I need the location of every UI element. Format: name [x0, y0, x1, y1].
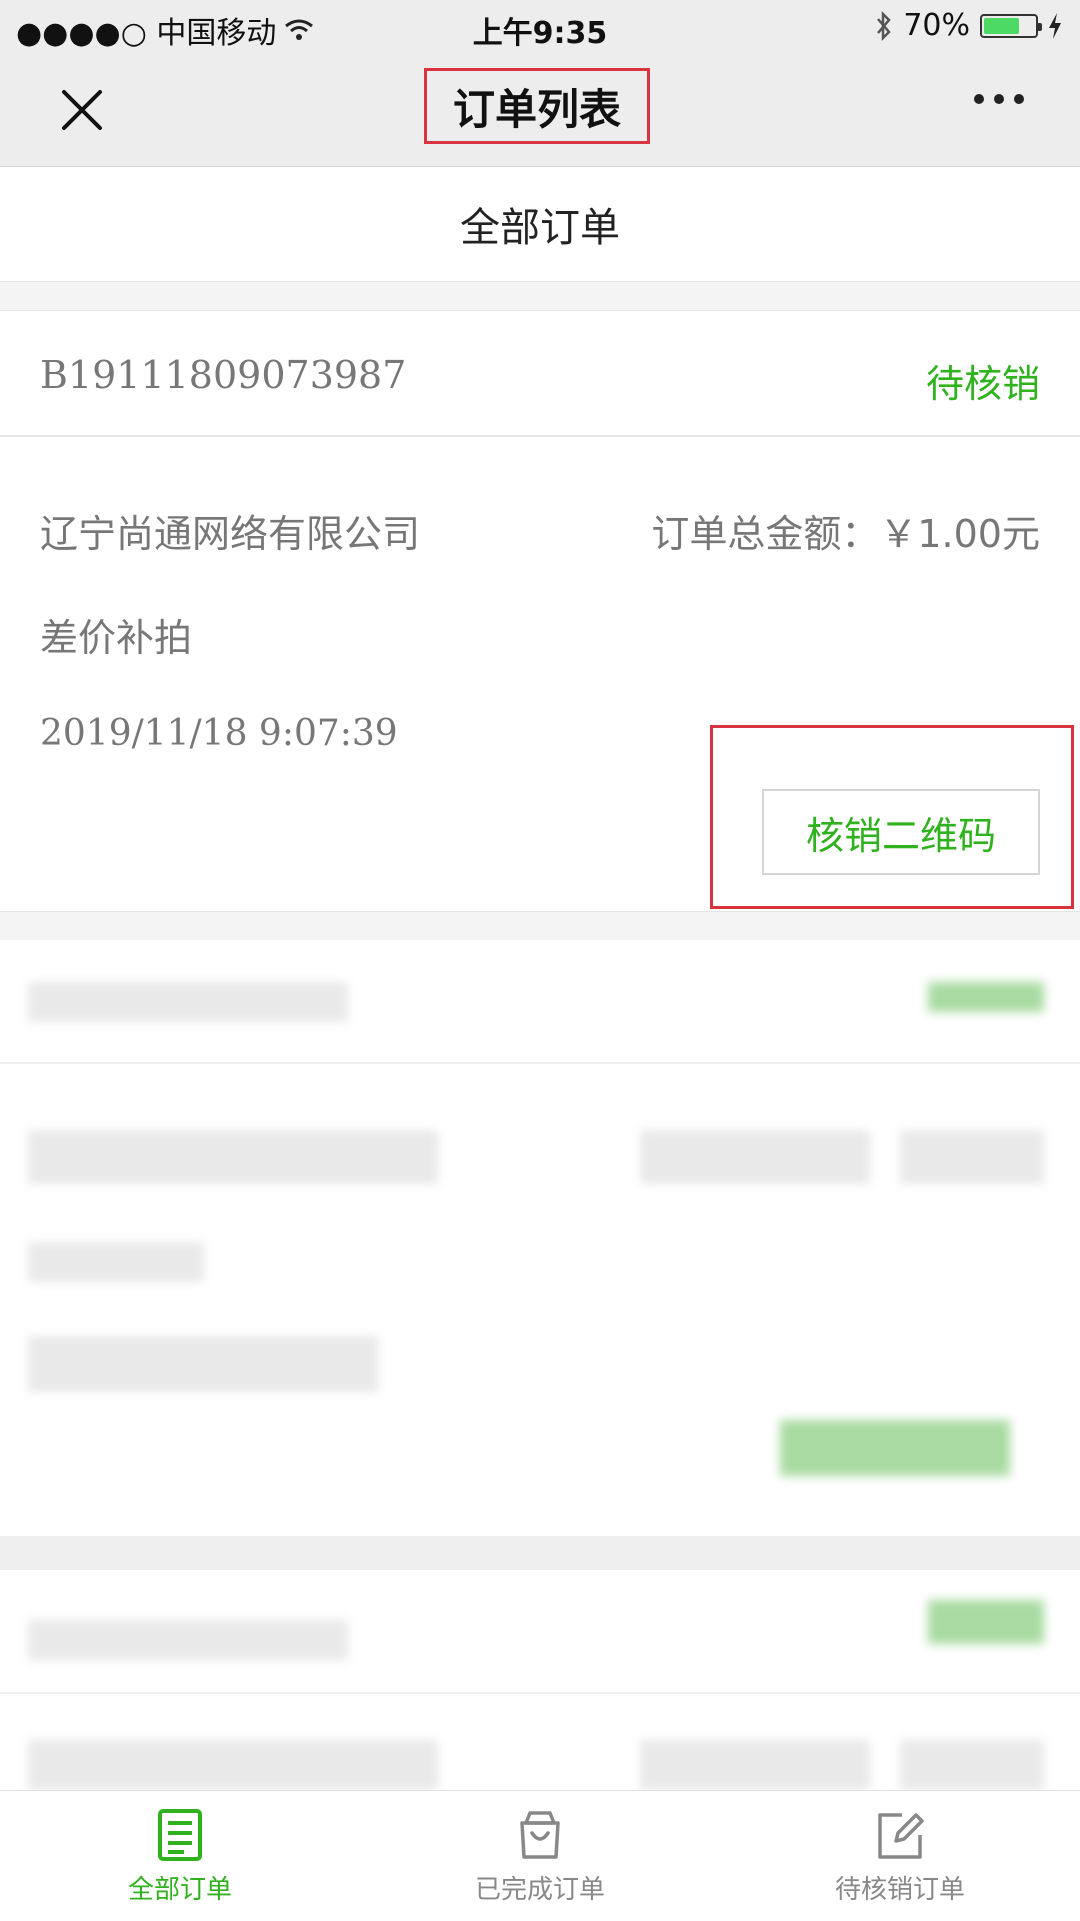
edit-icon — [878, 1813, 924, 1859]
bluetooth-icon — [877, 10, 892, 41]
nav-bar: 订单列表 — [0, 54, 1080, 167]
section-header-label: 全部订单 — [460, 205, 620, 251]
section-header: 全部订单 — [0, 167, 1080, 282]
order-card[interactable]: B19111809073987 待核销 辽宁尚通网络有限公司 订单总金额：￥1.… — [0, 310, 1080, 912]
qr-code-button-label: 核销二维码 — [805, 813, 996, 858]
document-list-icon — [158, 1809, 202, 1861]
order-status-badge: 待核销 — [925, 362, 1040, 406]
page-title: 订单列表 — [424, 68, 650, 144]
shopping-bag-icon — [520, 1811, 560, 1859]
order-id: B19111809073987 — [40, 353, 407, 397]
charging-icon — [1049, 12, 1061, 39]
status-right: 70% — [875, 8, 1062, 43]
battery-percent: 70% — [903, 8, 970, 43]
tab-label: 全部订单 — [127, 1875, 232, 1905]
product-name: 差价补拍 — [40, 616, 193, 660]
tab-label: 已完成订单 — [474, 1875, 605, 1905]
close-icon[interactable] — [56, 84, 108, 136]
blurred-orders — [0, 940, 1080, 1790]
tab-pending-orders[interactable]: 待核销订单 — [720, 1791, 1080, 1921]
status-bar: ●●●●○ 中国移动 上午9:35 70% — [0, 0, 1080, 54]
tab-label: 待核销订单 — [834, 1875, 965, 1905]
battery-fill — [984, 17, 1019, 34]
tab-all-orders[interactable]: 全部订单 — [0, 1791, 360, 1921]
battery-icon — [980, 13, 1042, 38]
tab-completed-orders[interactable]: 已完成订单 — [360, 1791, 720, 1921]
order-id-row: B19111809073987 待核销 — [0, 311, 1080, 437]
company-name: 辽宁尚通网络有限公司 — [40, 512, 421, 556]
more-icon[interactable] — [974, 94, 1024, 104]
bottom-tab-bar: 全部订单 已完成订单 待核销订单 — [0, 1790, 1080, 1921]
order-time: 2019/11/18 9:07:39 — [40, 713, 398, 754]
page-title-text: 订单列表 — [452, 84, 621, 134]
order-total: 订单总金额：￥1.00元 — [651, 512, 1040, 556]
qr-code-button[interactable]: 核销二维码 — [762, 789, 1040, 875]
